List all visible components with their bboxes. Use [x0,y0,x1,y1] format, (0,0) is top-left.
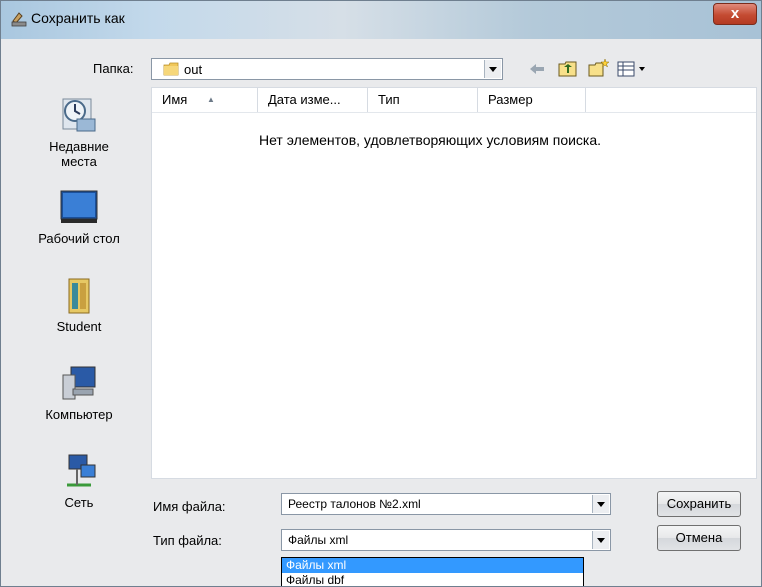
filename-value: Реестр талонов №2.xml [288,497,421,511]
save-button[interactable]: Сохранить [657,491,741,517]
desktop-icon [60,190,98,223]
network-icon [67,454,96,487]
place-network[interactable]: Сеть [9,451,149,510]
recent-places-icon [62,98,96,132]
filename-label: Имя файла: [153,499,226,514]
views-menu-icon[interactable] [616,58,650,80]
save-dialog-icon [11,12,27,27]
place-label: Сеть [64,495,94,510]
place-label: Student [56,319,102,334]
close-icon: x [730,5,740,22]
header-divider [152,112,756,113]
sort-ascending-icon: ▲ [207,95,215,104]
close-button[interactable]: x [713,3,757,25]
save-as-dialog: Сохранить как x Папка: out Недавние мест… [0,0,762,587]
title-bar[interactable]: Сохранить как x [1,1,761,39]
filetype-select[interactable]: Файлы xml [281,529,611,551]
folder-value: out [184,62,203,77]
column-label: Размер [488,92,533,107]
user-folder-icon [68,278,90,314]
column-header-type[interactable]: Тип [368,88,478,112]
place-label: Рабочий стол [38,231,120,246]
column-header-name[interactable]: Имя ▲ [152,88,258,112]
chevron-down-icon[interactable] [592,495,609,513]
place-student[interactable]: Student [9,275,149,334]
place-label: Недавние места [49,139,109,169]
cancel-button[interactable]: Отмена [657,525,741,551]
place-computer[interactable]: Компьютер [9,363,149,422]
empty-message: Нет элементов, удовлетворяющих условиям … [259,132,602,148]
place-label: Компьютер [45,407,113,422]
chevron-down-icon[interactable] [484,60,501,78]
column-label: Имя [162,92,188,107]
places-bar: Недавние места Рабочий стол Student Комп… [9,87,149,527]
computer-icon [62,366,96,400]
place-recent[interactable]: Недавние места [9,93,149,169]
folder-label: Папка: [93,61,134,76]
folder-select[interactable]: out [151,58,503,80]
filename-input[interactable]: Реестр талонов №2.xml [281,493,611,515]
column-header-date[interactable]: Дата изме... [258,88,368,112]
column-header-size[interactable]: Размер [478,88,586,112]
new-folder-icon[interactable] [586,58,610,80]
dropdown-option-xml[interactable]: Файлы xml [282,558,583,573]
column-label: Тип [378,92,400,107]
back-arrow-icon[interactable] [526,58,548,80]
column-label: Дата изме... [268,92,341,107]
up-folder-icon[interactable] [556,58,580,80]
chevron-down-icon[interactable] [592,531,609,549]
folder-icon [163,62,179,76]
dialog-title: Сохранить как [31,10,125,26]
filetype-label: Тип файла: [153,533,222,548]
dropdown-option-dbf[interactable]: Файлы dbf [282,573,583,586]
place-desktop[interactable]: Рабочий стол [9,187,149,246]
filetype-value: Файлы xml [288,533,349,547]
filetype-dropdown-list[interactable]: Файлы xml Файлы dbf [281,557,584,586]
